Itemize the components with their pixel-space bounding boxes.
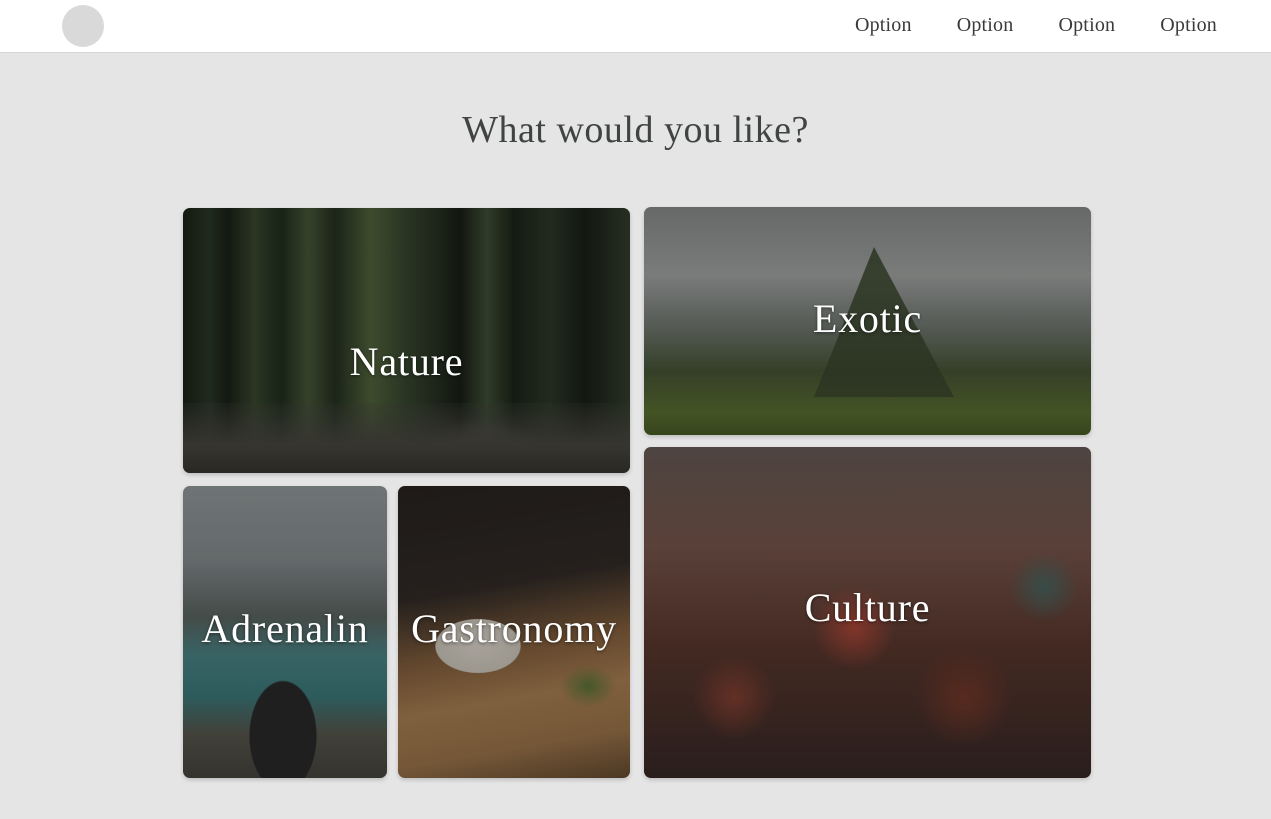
main-nav: Option Option Option Option [855, 0, 1217, 51]
category-card-culture[interactable]: Culture [644, 447, 1091, 778]
nav-option-1[interactable]: Option [855, 14, 912, 37]
category-card-exotic[interactable]: Exotic [644, 207, 1091, 435]
category-card-gastronomy[interactable]: Gastronomy [398, 486, 630, 778]
category-label-exotic: Exotic [812, 296, 923, 341]
nav-option-2[interactable]: Option [957, 14, 1014, 37]
page-title: What would you like? [462, 109, 809, 151]
category-card-adrenalin[interactable]: Adrenalin [183, 486, 387, 778]
logo-avatar[interactable] [62, 5, 104, 47]
category-card-nature[interactable]: Nature [183, 208, 630, 473]
category-label-gastronomy: Gastronomy [411, 606, 617, 651]
category-label-adrenalin: Adrenalin [201, 606, 369, 651]
category-label-nature: Nature [349, 339, 464, 384]
nav-option-4[interactable]: Option [1160, 14, 1217, 37]
nav-option-3[interactable]: Option [1058, 14, 1115, 37]
top-navigation-bar: Option Option Option Option [0, 0, 1271, 53]
category-label-culture: Culture [804, 585, 931, 630]
